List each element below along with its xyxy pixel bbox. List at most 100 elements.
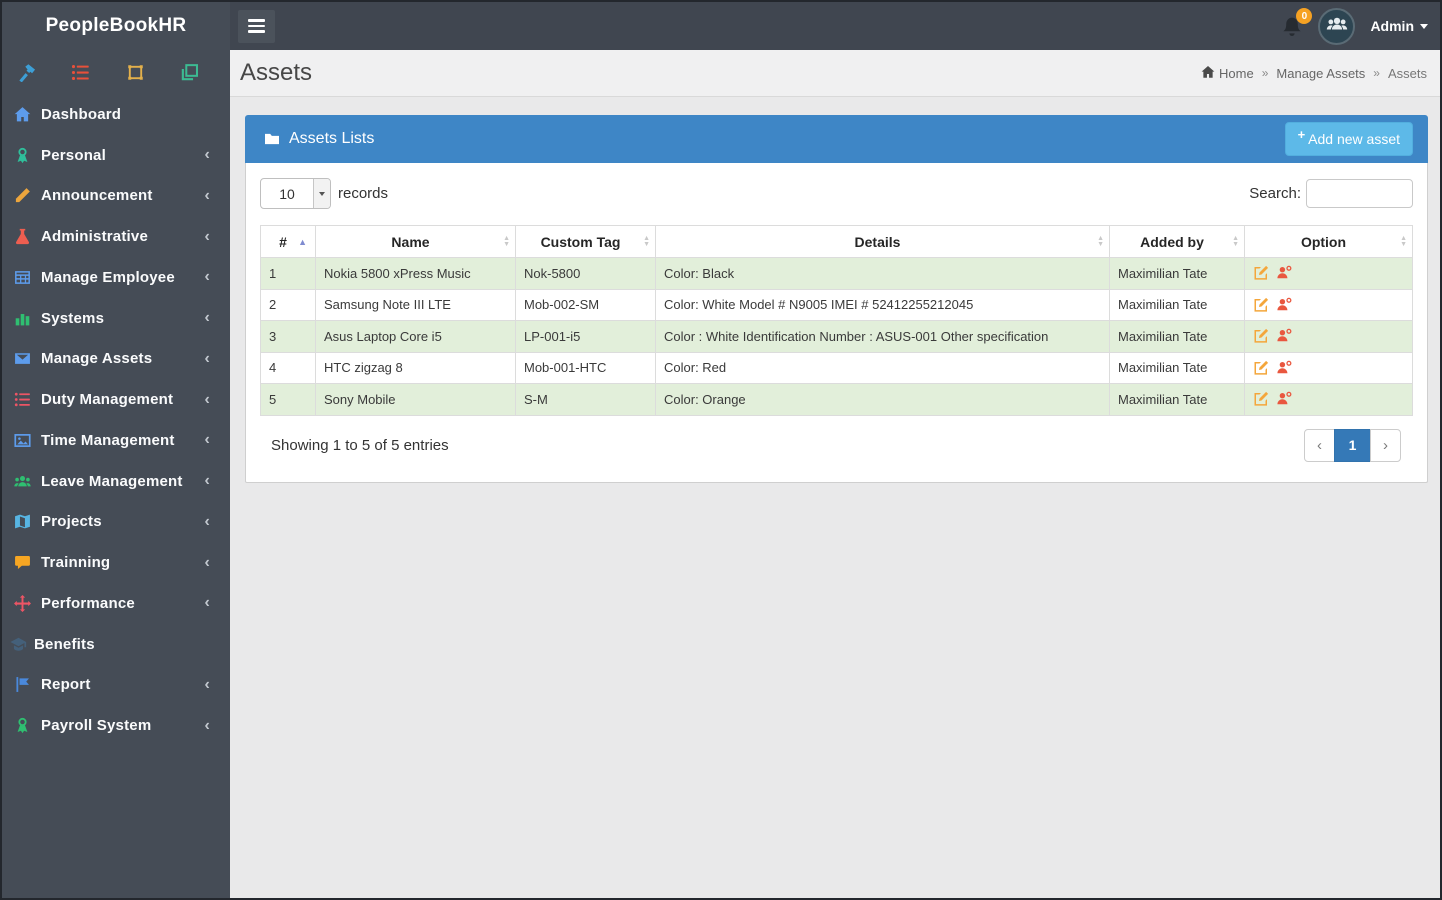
- sort-icon: ▲ ▼: [1232, 234, 1239, 248]
- column-header-details[interactable]: Details ▲ ▼: [655, 225, 1110, 258]
- notification-badge: 0: [1296, 8, 1313, 24]
- user-badge-icon[interactable]: [1276, 328, 1292, 344]
- user-avatar[interactable]: [1318, 7, 1356, 45]
- bullet-list-icon: [14, 391, 31, 408]
- custom-tag-cell: Mob-001-HTC: [515, 351, 656, 384]
- search-label: Search:: [1249, 185, 1301, 202]
- chevron-down-icon: [1420, 23, 1428, 29]
- crop-icon[interactable]: [126, 63, 145, 82]
- breadcrumb: Home » Manage Assets » Assets: [1201, 65, 1427, 82]
- sort-icon: ▲ ▼: [1097, 234, 1104, 248]
- envelope-icon: [14, 350, 31, 367]
- sidebar-item-payroll-system[interactable]: Payroll System ‹: [2, 705, 230, 746]
- sidebar-item-systems[interactable]: Systems ‹: [2, 298, 230, 339]
- column-header-added-by[interactable]: Added by ▲ ▼: [1109, 225, 1245, 258]
- column-header--[interactable]: # ▲: [260, 225, 316, 258]
- option-cell: [1244, 383, 1413, 416]
- chevron-left-icon: ‹: [204, 186, 210, 204]
- table-toolbar: 10 records Search:: [260, 178, 1413, 209]
- sidebar-menu: Dashboard Personal ‹ Announcement ‹ Administr…: [2, 94, 230, 746]
- added-by-cell: Maximilian Tate: [1109, 351, 1245, 384]
- pagination-page-1-button[interactable]: 1: [1334, 428, 1371, 462]
- sidebar-item-label: Manage Employee: [41, 268, 175, 286]
- sidebar-item-trainning[interactable]: Trainning ‹: [2, 542, 230, 583]
- asset-number-cell: 1: [260, 257, 316, 290]
- chevron-left-icon: ‹: [204, 268, 210, 286]
- sidebar-item-time-management[interactable]: Time Management ‹: [2, 420, 230, 461]
- option-cell: [1244, 320, 1413, 353]
- asset-name-cell: Samsung Note III LTE: [315, 288, 516, 321]
- bullet-list-icon[interactable]: [71, 63, 90, 82]
- breadcrumb-item-manage-assets[interactable]: Manage Assets: [1276, 66, 1365, 81]
- asset-number-cell: 3: [260, 320, 316, 353]
- add-new-asset-button[interactable]: + Add new asset: [1284, 122, 1413, 156]
- users-icon: [14, 473, 31, 490]
- sidebar-item-projects[interactable]: Projects ‹: [2, 502, 230, 543]
- home-icon: [14, 106, 31, 123]
- pagination-next-button[interactable]: ›: [1370, 428, 1401, 462]
- table-icon: [14, 269, 31, 286]
- assets-panel: Assets Lists + Add new asset 10 records: [245, 115, 1428, 483]
- edit-icon[interactable]: [1253, 328, 1269, 344]
- sidebar-item-report[interactable]: Report ‹: [2, 665, 230, 706]
- user-badge-icon[interactable]: [1276, 265, 1292, 281]
- user-badge-icon[interactable]: [1276, 297, 1292, 313]
- map-icon: [14, 513, 31, 530]
- breadcrumb-item-home[interactable]: Home: [1201, 65, 1254, 82]
- chevron-left-icon: ‹: [204, 716, 210, 734]
- sidebar-item-dashboard[interactable]: Dashboard: [2, 94, 230, 135]
- sidebar-item-leave-management[interactable]: Leave Management ‹: [2, 461, 230, 502]
- sidebar-item-administrative[interactable]: Administrative ‹: [2, 216, 230, 257]
- records-per-page-select[interactable]: 10: [260, 178, 331, 209]
- edit-icon[interactable]: [1253, 391, 1269, 407]
- edit-icon[interactable]: [1253, 297, 1269, 313]
- notifications-button[interactable]: 0: [1281, 8, 1313, 37]
- chevron-left-icon: ‹: [204, 309, 210, 327]
- bell-icon: [1281, 17, 1303, 41]
- column-header-custom-tag[interactable]: Custom Tag ▲ ▼: [515, 225, 656, 258]
- medal-icon: [14, 147, 31, 164]
- sidebar-item-performance[interactable]: Performance ‹: [2, 583, 230, 624]
- panel-header: Assets Lists + Add new asset: [245, 115, 1428, 163]
- table-row: 4 HTC zigzag 8 Mob-001-HTC Color: Red Maximi…: [260, 351, 1413, 384]
- hamburger-menu-button[interactable]: [238, 9, 275, 43]
- user-badge-icon[interactable]: [1276, 391, 1292, 407]
- panel-body: 10 records Search: # ▲ Name ▲ ▼ Custom T…: [245, 163, 1428, 483]
- sidebar-item-label: Payroll System: [41, 717, 152, 735]
- sidebar-item-label: Dashboard: [41, 105, 122, 123]
- pagination-prev-button[interactable]: ‹: [1304, 428, 1335, 462]
- asset-name-cell: Asus Laptop Core i5: [315, 320, 516, 353]
- admin-dropdown[interactable]: Admin: [1370, 18, 1428, 34]
- hammer-icon[interactable]: [17, 63, 36, 82]
- bar-chart-icon: [14, 310, 31, 327]
- search-input[interactable]: [1306, 179, 1413, 208]
- sidebar-item-personal[interactable]: Personal ‹: [2, 135, 230, 176]
- option-cell: [1244, 288, 1413, 321]
- layers-icon[interactable]: [180, 63, 199, 82]
- sidebar-item-manage-assets[interactable]: Manage Assets ‹: [2, 339, 230, 380]
- topbar: 0 Admin: [230, 2, 1440, 50]
- app-window: PeopleBookHR Dashboard Personal ‹ Announcem…: [0, 0, 1442, 900]
- table-row: 1 Nokia 5800 xPress Music Nok-5800 Color: B…: [260, 257, 1413, 290]
- sidebar-item-announcement[interactable]: Announcement ‹: [2, 176, 230, 217]
- page-title: Assets: [240, 59, 313, 86]
- sort-ascending-icon: ▲: [298, 236, 307, 247]
- chevron-left-icon: ‹: [204, 227, 210, 245]
- comment-icon: [14, 554, 31, 571]
- user-badge-icon[interactable]: [1276, 360, 1292, 376]
- sidebar-item-label: Administrative: [41, 228, 148, 246]
- sidebar-item-manage-employee[interactable]: Manage Employee ‹: [2, 257, 230, 298]
- page-header: Assets Home » Manage Assets » Assets: [230, 50, 1440, 97]
- sidebar-item-benefits[interactable]: Benefits: [2, 624, 230, 665]
- edit-icon[interactable]: [1253, 360, 1269, 376]
- edit-icon[interactable]: [1253, 265, 1269, 281]
- chevron-left-icon: ‹: [204, 594, 210, 612]
- sidebar-item-duty-management[interactable]: Duty Management ‹: [2, 379, 230, 420]
- option-cell: [1244, 257, 1413, 290]
- records-per-page-value: 10: [279, 185, 295, 202]
- medal-icon: [14, 717, 31, 734]
- asset-number-cell: 4: [260, 351, 316, 384]
- column-header-name[interactable]: Name ▲ ▼: [315, 225, 516, 258]
- column-header-option[interactable]: Option ▲ ▼: [1244, 225, 1413, 258]
- chevron-left-icon: ‹: [204, 512, 210, 530]
